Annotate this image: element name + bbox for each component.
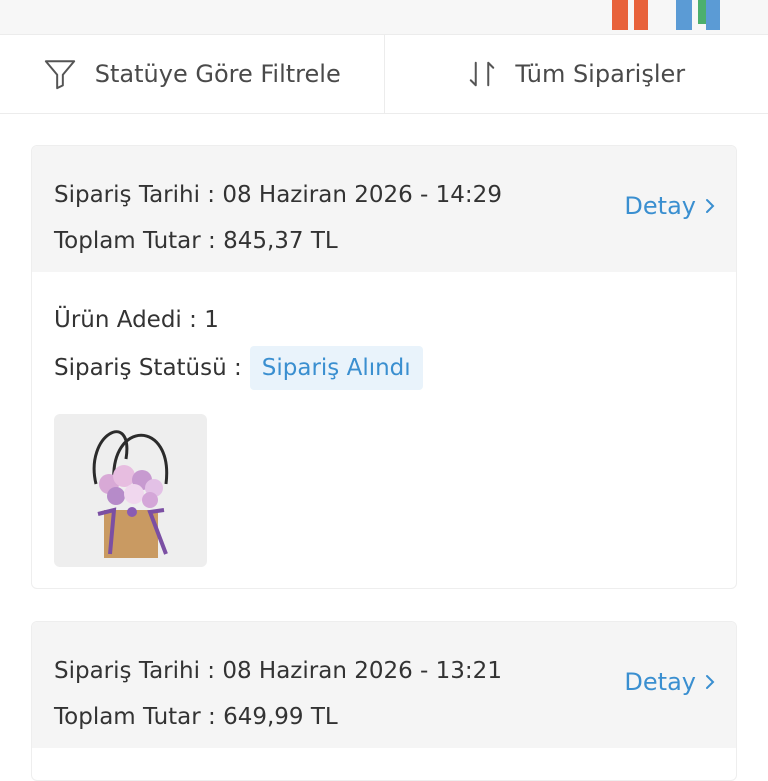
chevron-right-icon	[704, 673, 716, 691]
order-card-body: Ürün Adedi : 1 Sipariş Statüsü : Sipariş…	[32, 272, 736, 589]
flower-bag-image	[54, 414, 207, 567]
chevron-right-icon	[704, 197, 716, 215]
detail-label: Detay	[624, 192, 696, 220]
status-filter-label: Statüye Göre Filtrele	[95, 60, 341, 88]
product-quantity: Ürün Adedi : 1	[54, 296, 736, 344]
order-detail-link[interactable]: Detay	[624, 668, 716, 696]
filter-icon	[43, 57, 77, 91]
sort-arrows-icon	[467, 58, 497, 90]
order-status-label: Sipariş Statüsü :	[54, 355, 242, 381]
order-card-header: Sipariş Tarihi : 08 Haziran 2026 - 14:29…	[32, 146, 736, 272]
sort-label: Tüm Siparişler	[515, 60, 685, 88]
order-total: Toplam Tutar : 649,99 TL	[54, 694, 736, 740]
order-card: Sipariş Tarihi : 08 Haziran 2026 - 14:29…	[31, 145, 737, 589]
banner-illustration	[0, 0, 768, 34]
sort-button[interactable]: Tüm Siparişler	[384, 35, 768, 113]
top-banner	[0, 0, 768, 34]
order-status-row: Sipariş Statüsü : Sipariş Alındı	[54, 344, 736, 392]
order-card: Sipariş Tarihi : 08 Haziran 2026 - 13:21…	[31, 621, 737, 781]
detail-label: Detay	[624, 668, 696, 696]
order-total: Toplam Tutar : 845,37 TL	[54, 218, 736, 264]
filter-bar: Statüye Göre Filtrele Tüm Siparişler	[0, 34, 768, 114]
product-image[interactable]	[54, 414, 207, 567]
order-card-header: Sipariş Tarihi : 08 Haziran 2026 - 13:21…	[32, 622, 736, 748]
status-filter-button[interactable]: Statüye Göre Filtrele	[0, 35, 384, 113]
order-detail-link[interactable]: Detay	[624, 192, 716, 220]
status-badge: Sipariş Alındı	[250, 346, 423, 390]
